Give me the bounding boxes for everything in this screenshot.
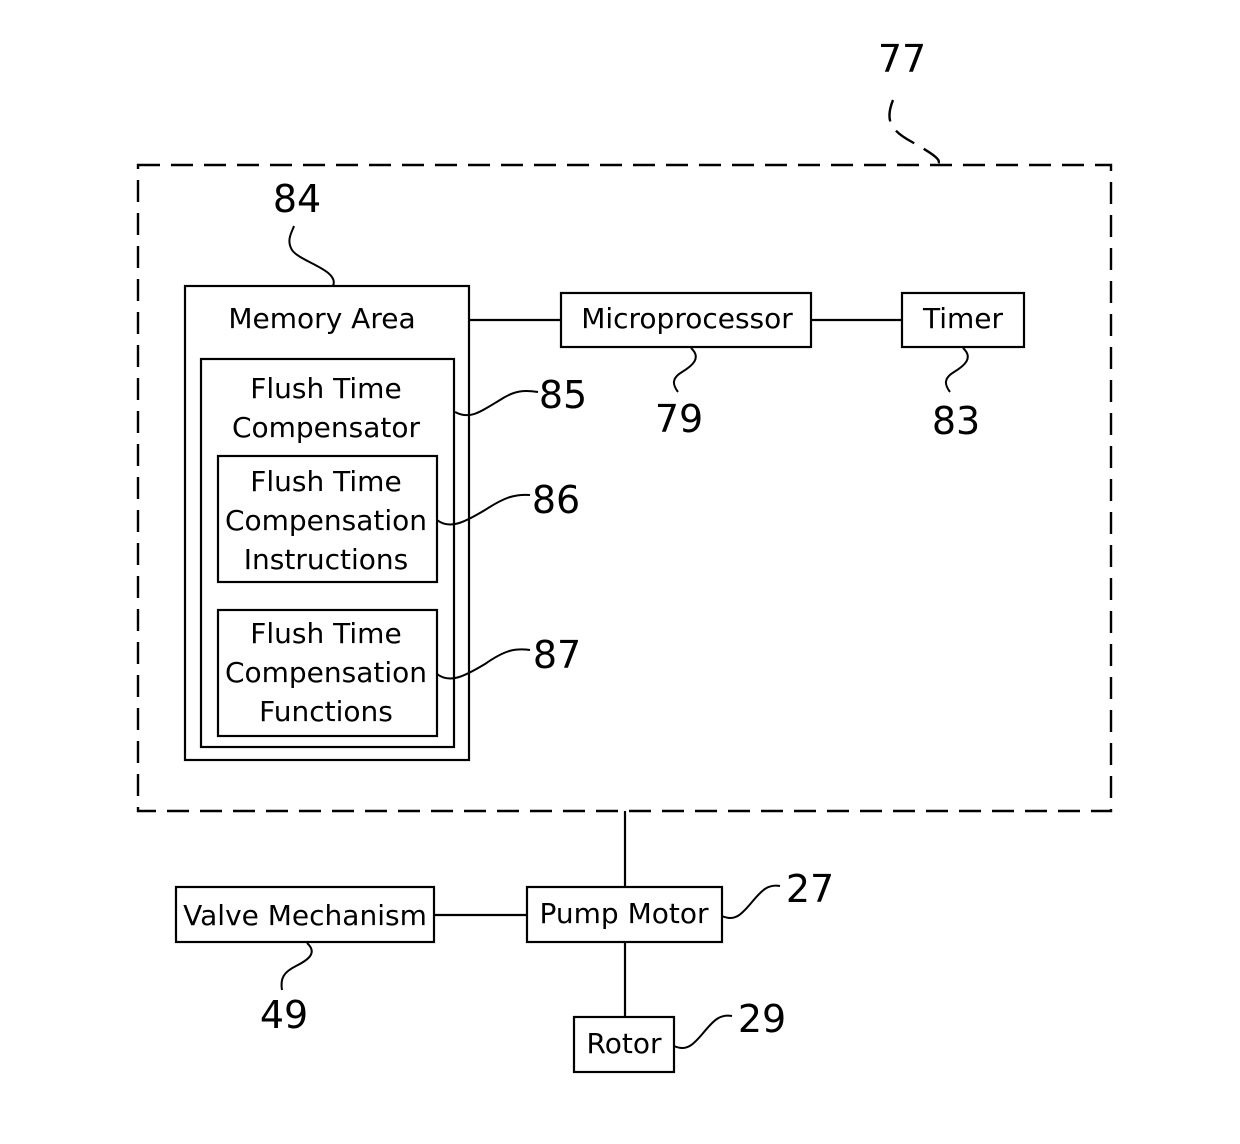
compensator-label-line-1: Flush Time [250, 372, 401, 405]
microprocessor-label: Microprocessor [581, 302, 793, 335]
leader-49 [280, 942, 313, 991]
functions-label-line-3: Functions [259, 695, 393, 728]
functions-label-line-2: Compensation [225, 656, 427, 689]
ref-85: 85 [539, 373, 587, 417]
instructions-label-line-1: Flush Time [250, 465, 401, 498]
rotor-label: Rotor [587, 1027, 662, 1060]
leader-27 [721, 884, 781, 920]
ref-77: 77 [878, 37, 926, 81]
ref-86: 86 [532, 478, 580, 522]
ref-84: 84 [273, 177, 321, 221]
ref-49: 49 [260, 993, 308, 1037]
timer-label: Timer [922, 302, 1004, 335]
pump-motor-label: Pump Motor [540, 897, 709, 930]
ref-87: 87 [533, 633, 581, 677]
block-diagram: 77 Memory Area 84 Flush Time Compensator… [136, 37, 1113, 1074]
valve-mechanism-label: Valve Mechanism [183, 899, 427, 932]
instructions-label-line-3: Instructions [244, 543, 408, 576]
leader-79 [672, 347, 697, 393]
ref-29: 29 [738, 997, 786, 1041]
leader-29 [673, 1014, 733, 1050]
compensator-label-line-2: Compensator [232, 411, 421, 444]
ref-27: 27 [786, 867, 834, 911]
functions-label-line-1: Flush Time [250, 617, 401, 650]
leader-83 [944, 347, 969, 393]
leader-77 [888, 99, 941, 167]
memory-area-label: Memory Area [228, 302, 415, 335]
ref-83: 83 [932, 399, 980, 443]
leader-84 [288, 225, 335, 287]
instructions-label-line-2: Compensation [225, 504, 427, 537]
ref-79: 79 [655, 397, 703, 441]
